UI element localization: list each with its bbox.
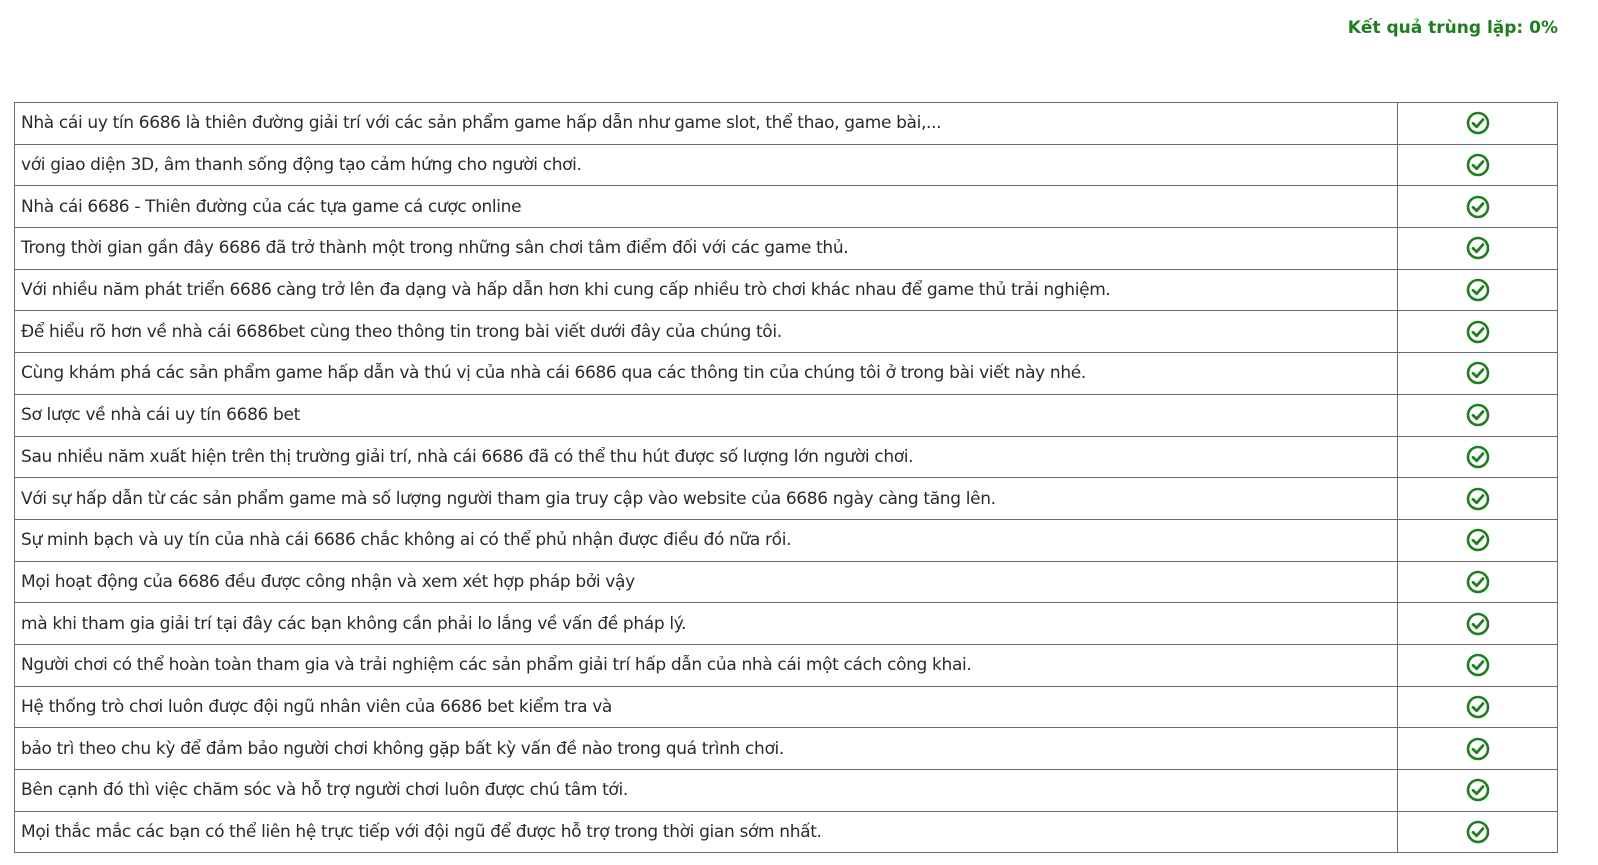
table-row: Mọi thắc mắc các bạn có thể liên hệ trực… (14, 810, 1558, 854)
sentence-text: Hệ thống trò chơi luôn được đội ngũ nhân… (14, 685, 1398, 729)
table-row: với giao diện 3D, âm thanh sống động tạo… (14, 143, 1558, 187)
table-row: Mọi hoạt động của 6686 đều được công nhậ… (14, 560, 1558, 604)
sentence-text: Sự minh bạch và uy tín của nhà cái 6686 … (14, 518, 1398, 562)
table-row: Nhà cái 6686 - Thiên đường của các tựa g… (14, 185, 1558, 229)
sentence-text: với giao diện 3D, âm thanh sống động tạo… (14, 143, 1398, 187)
check-circle-icon (1466, 528, 1489, 552)
table-row: Nhà cái uy tín 6686 là thiên đường giải … (14, 102, 1558, 145)
check-circle-icon (1466, 195, 1489, 219)
duplicate-result-label: Kết quả trùng lặp: 0% (1347, 18, 1558, 38)
sentence-text: Nhà cái uy tín 6686 là thiên đường giải … (14, 102, 1398, 145)
check-circle-icon (1466, 612, 1489, 635)
check-circle-icon (1466, 695, 1489, 719)
sentence-text: mà khi tham gia giải trí tại đây các bạn… (14, 602, 1398, 645)
check-circle-icon (1466, 570, 1489, 594)
check-circle-icon (1466, 487, 1489, 510)
check-circle-icon (1466, 445, 1489, 469)
status-cell (1397, 393, 1558, 437)
sentence-text: Mọi hoạt động của 6686 đều được công nhậ… (14, 560, 1398, 604)
sentence-table-body: Nhà cái uy tín 6686 là thiên đường giải … (14, 102, 1558, 854)
status-cell (1397, 685, 1558, 729)
status-cell (1397, 643, 1558, 687)
table-row: Với nhiều năm phát triển 6686 càng trở l… (14, 268, 1558, 312)
status-cell (1397, 435, 1558, 479)
status-cell (1397, 560, 1558, 604)
check-circle-icon (1466, 820, 1489, 844)
sentence-text: Với sự hấp dẫn từ các sản phẩm game mà s… (14, 477, 1398, 520)
status-cell (1397, 310, 1558, 354)
sentence-text: Trong thời gian gần đây 6686 đã trở thàn… (14, 227, 1398, 270)
status-cell (1397, 227, 1558, 270)
check-circle-icon (1466, 278, 1489, 302)
status-cell (1397, 102, 1558, 145)
status-cell (1397, 477, 1558, 520)
table-row: mà khi tham gia giải trí tại đây các bạn… (14, 602, 1558, 645)
table-row: Người chơi có thể hoàn toàn tham gia và … (14, 643, 1558, 687)
table-row: Với sự hấp dẫn từ các sản phẩm game mà s… (14, 477, 1558, 520)
sentence-text: bảo trì theo chu kỳ để đảm bảo người chơ… (14, 727, 1398, 770)
sentence-table: Nhà cái uy tín 6686 là thiên đường giải … (14, 102, 1558, 854)
status-cell (1397, 727, 1558, 770)
table-row: Sau nhiều năm xuất hiện trên thị trường … (14, 435, 1558, 479)
check-circle-icon (1466, 237, 1489, 260)
sentence-text: Sơ lược về nhà cái uy tín 6686 bet (14, 393, 1398, 437)
sentence-text: Mọi thắc mắc các bạn có thể liên hệ trực… (14, 810, 1398, 854)
check-circle-icon (1466, 653, 1489, 677)
table-row: bảo trì theo chu kỳ để đảm bảo người chơ… (14, 727, 1558, 770)
check-circle-icon (1466, 320, 1489, 344)
check-circle-icon (1466, 112, 1489, 135)
table-row: Cùng khám phá các sản phẩm game hấp dẫn … (14, 352, 1558, 395)
sentence-text: Với nhiều năm phát triển 6686 càng trở l… (14, 268, 1398, 312)
sentence-text: Bên cạnh đó thì việc chăm sóc và hỗ trợ … (14, 769, 1398, 812)
status-cell (1397, 143, 1558, 187)
sentence-text: Cùng khám phá các sản phẩm game hấp dẫn … (14, 352, 1398, 395)
status-cell (1397, 268, 1558, 312)
table-row: Hệ thống trò chơi luôn được đội ngũ nhân… (14, 685, 1558, 729)
table-row: Sự minh bạch và uy tín của nhà cái 6686 … (14, 518, 1558, 562)
sentence-text: Sau nhiều năm xuất hiện trên thị trường … (14, 435, 1398, 479)
sentence-text: Người chơi có thể hoàn toàn tham gia và … (14, 643, 1398, 687)
status-cell (1397, 602, 1558, 645)
check-circle-icon (1466, 362, 1489, 385)
check-circle-icon (1466, 737, 1489, 760)
duplicate-result-header: Kết quả trùng lặp: 0% (1348, 18, 1558, 38)
table-row: Để hiểu rõ hơn về nhà cái 6686bet cùng t… (14, 310, 1558, 354)
table-row: Bên cạnh đó thì việc chăm sóc và hỗ trợ … (14, 769, 1558, 812)
sentence-text: Nhà cái 6686 - Thiên đường của các tựa g… (14, 185, 1398, 229)
sentence-text: Để hiểu rõ hơn về nhà cái 6686bet cùng t… (14, 310, 1398, 354)
status-cell (1397, 810, 1558, 854)
check-circle-icon (1466, 403, 1489, 427)
table-row: Trong thời gian gần đây 6686 đã trở thàn… (14, 227, 1558, 270)
status-cell (1397, 352, 1558, 395)
check-circle-icon (1466, 153, 1489, 177)
table-row: Sơ lược về nhà cái uy tín 6686 bet (14, 393, 1558, 437)
status-cell (1397, 518, 1558, 562)
status-cell (1397, 185, 1558, 229)
status-cell (1397, 769, 1558, 812)
check-circle-icon (1466, 779, 1489, 802)
